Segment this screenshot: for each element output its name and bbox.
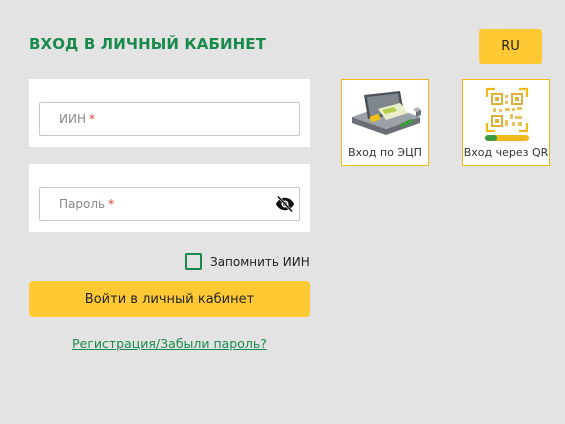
- qr-login-tile[interactable]: Вход через QR: [462, 79, 550, 166]
- iin-input[interactable]: ИИН *: [39, 102, 300, 136]
- login-button[interactable]: Войти в личный кабинет: [29, 281, 310, 317]
- remember-label: Запомнить ИИН: [210, 254, 310, 269]
- password-card: Пароль *: [29, 164, 310, 232]
- ecp-login-tile[interactable]: Вход по ЭЦП: [341, 79, 429, 166]
- qr-login-label: Вход через QR: [463, 146, 549, 159]
- password-placeholder: Пароль: [59, 197, 106, 211]
- qr-code-icon: [485, 87, 529, 141]
- eye-off-icon[interactable]: [275, 194, 295, 214]
- iin-card: ИИН *: [29, 79, 310, 147]
- password-input[interactable]: Пароль *: [39, 187, 300, 221]
- ecp-reader-icon: [352, 91, 421, 135]
- register-link[interactable]: Регистрация/Забыли пароль?: [29, 336, 310, 351]
- page-title: ВХОД В ЛИЧНЫЙ КАБИНЕТ: [29, 35, 266, 53]
- remember-checkbox[interactable]: [185, 253, 202, 270]
- remember-iin[interactable]: Запомнить ИИН: [185, 253, 310, 270]
- required-mark: *: [88, 112, 95, 126]
- iin-placeholder: ИИН: [59, 112, 86, 126]
- required-mark: *: [108, 197, 115, 211]
- ecp-login-label: Вход по ЭЦП: [348, 146, 422, 159]
- language-button[interactable]: RU: [479, 29, 542, 64]
